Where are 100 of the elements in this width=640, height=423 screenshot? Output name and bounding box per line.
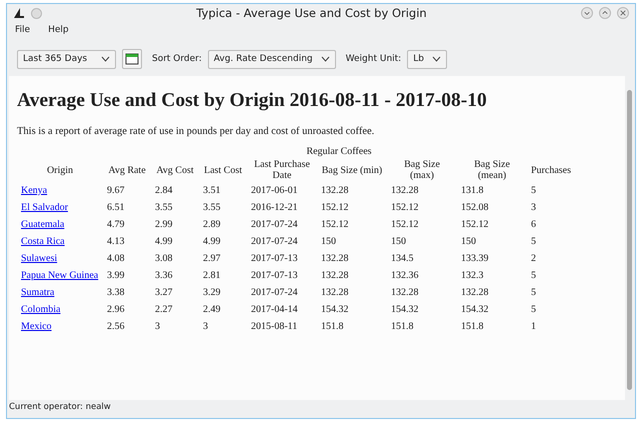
- table-cell-text: 5: [530, 235, 537, 249]
- report-title: Average Use and Cost by Origin 2016-08-11 - 2017-08-10: [17, 90, 488, 112]
- table-cell-text: 5: [530, 269, 537, 283]
- table-cell-text: 132.28: [390, 184, 420, 198]
- table-cell-text: 2017-06-01: [250, 184, 299, 198]
- table-cell-text: 4.08: [106, 252, 126, 266]
- origin-link[interactable]: Kenya: [21, 185, 48, 196]
- table-cell-text: 132.28: [320, 252, 350, 266]
- close-button[interactable]: [617, 7, 629, 19]
- maximize-button[interactable]: [599, 7, 611, 19]
- table-cell-text: 6: [530, 218, 537, 232]
- origin-link[interactable]: Sumatra: [21, 287, 54, 298]
- table-cell-text: 132.3: [460, 269, 484, 283]
- menu-item[interactable]: Help: [48, 25, 69, 39]
- column-header: Bag Size (max): [403, 158, 441, 182]
- table-cell-text: 2016-12-21: [250, 201, 299, 215]
- calendar-button[interactable]: [122, 49, 142, 69]
- origin-link[interactable]: Mexico: [21, 321, 52, 332]
- table-cell-text: 150: [460, 235, 477, 249]
- sail-icon: [13, 7, 25, 19]
- report-description: This is a report of average rate of use in pounds per day and cost of unroasted coffee.: [17, 126, 376, 137]
- table-cell-text: 3.29: [202, 286, 222, 300]
- table-cell-text: 4.99: [202, 235, 222, 249]
- table-cell-text: 3.55: [154, 201, 174, 215]
- table-cell-text: 5: [530, 303, 537, 317]
- table-cell-text: 2017-07-13: [250, 252, 299, 266]
- table-cell-text: 2017-07-13: [250, 269, 299, 283]
- table-cell-text: 5: [530, 184, 537, 198]
- table-cell-text: 3.27: [154, 286, 174, 300]
- table-cell-text: 151.8: [320, 320, 344, 334]
- table-cell-text: 134.5: [390, 252, 414, 266]
- table-cell-text: 132.28: [320, 184, 350, 198]
- origin-link[interactable]: Guatemala: [21, 219, 64, 230]
- table-cell-text: 2.27: [154, 303, 174, 317]
- table-cell-text: 2.99: [154, 218, 174, 232]
- chevron-down-icon: [584, 10, 590, 16]
- table-cell-text: 2017-07-24: [250, 286, 299, 300]
- table-cell-text: 151.8: [390, 320, 414, 334]
- table-cell-text: 152.12: [460, 218, 490, 232]
- weight-unit-dropdown[interactable]: Lb: [407, 50, 447, 68]
- column-header: Bag Size (min): [320, 164, 384, 178]
- origin-link[interactable]: El Salvador: [21, 202, 68, 213]
- table-cell-text: 150: [320, 235, 337, 249]
- table-cell-text: 4.99: [154, 235, 174, 249]
- table-cell-text: 4.13: [106, 235, 126, 249]
- group-header: Regular Coffees: [306, 146, 372, 157]
- date-range-dropdown[interactable]: Last 365 Days: [17, 50, 116, 68]
- status-text: Current operator: nealw: [8, 401, 112, 414]
- menu-item[interactable]: File: [15, 25, 30, 39]
- origin-link[interactable]: Papua New Guinea: [21, 270, 98, 281]
- table-cell-text: 5: [530, 286, 537, 300]
- table-cell-text: 154.32: [390, 303, 420, 317]
- table-cell-text: 2.49: [202, 303, 222, 317]
- table-cell-text: 152.12: [320, 218, 350, 232]
- table-cell-text: 154.32: [460, 303, 490, 317]
- table-cell-text: 6.51: [106, 201, 126, 215]
- table-cell-text: 4.79: [106, 218, 126, 232]
- table-cell-text: 2.89: [202, 218, 222, 232]
- table-cell-text: 2.56: [106, 320, 126, 334]
- table-cell-text: 2.81: [202, 269, 222, 283]
- table-cell-text: 131.8: [460, 184, 484, 198]
- table-cell-text: 3.38: [106, 286, 126, 300]
- origin-link[interactable]: Sulawesi: [21, 253, 58, 264]
- caret-icon: [432, 56, 441, 62]
- table-cell-text: 150: [390, 235, 407, 249]
- table-cell-text: 3: [202, 320, 209, 334]
- column-header: Bag Size (mean): [473, 158, 511, 182]
- table-cell-text: 3.36: [154, 269, 174, 283]
- caret-icon: [320, 56, 330, 62]
- table-cell-text: 2.84: [154, 184, 174, 198]
- table-cell-text: 2: [530, 252, 537, 266]
- weight-unit-label: Weight Unit:: [346, 54, 402, 64]
- table-cell-text: 2017-07-24: [250, 235, 299, 249]
- origin-link[interactable]: Costa Rica: [21, 236, 65, 247]
- column-header: Last Purchase Date: [253, 158, 311, 182]
- column-header: Avg Rate: [107, 164, 147, 178]
- table-cell-text: 133.39: [460, 252, 490, 266]
- close-icon: [620, 10, 626, 16]
- table-cell-text: 3.51: [202, 184, 222, 198]
- origin-link[interactable]: Colombia: [21, 304, 60, 315]
- column-header: Origin: [46, 164, 74, 178]
- table-cell-text: 2017-04-14: [250, 303, 299, 317]
- table-cell-text: 3: [530, 201, 537, 215]
- table-cell-text: 152.12: [390, 201, 420, 215]
- calendar-icon: [125, 53, 139, 65]
- table-cell-text: 2015-08-11: [250, 320, 298, 334]
- table-cell-text: 132.28: [320, 286, 350, 300]
- minimize-button[interactable]: [581, 7, 593, 19]
- window-title: Typica - Average Use and Cost by Origin: [195, 6, 428, 20]
- sort-order-dropdown[interactable]: Avg. Rate Descending: [208, 50, 336, 68]
- table-cell-text: 154.32: [320, 303, 350, 317]
- table-cell-text: 152.12: [390, 218, 420, 232]
- table-cell-text: 132.28: [460, 286, 490, 300]
- table-cell-text: 2.96: [106, 303, 126, 317]
- table-cell-text: 3.08: [154, 252, 174, 266]
- table-cell-text: 2017-07-24: [250, 218, 299, 232]
- table-cell-text: 132.28: [320, 269, 350, 283]
- caret-icon: [101, 56, 110, 62]
- table-cell-text: 151.8: [460, 320, 484, 334]
- sort-order-label: Sort Order:: [152, 54, 202, 64]
